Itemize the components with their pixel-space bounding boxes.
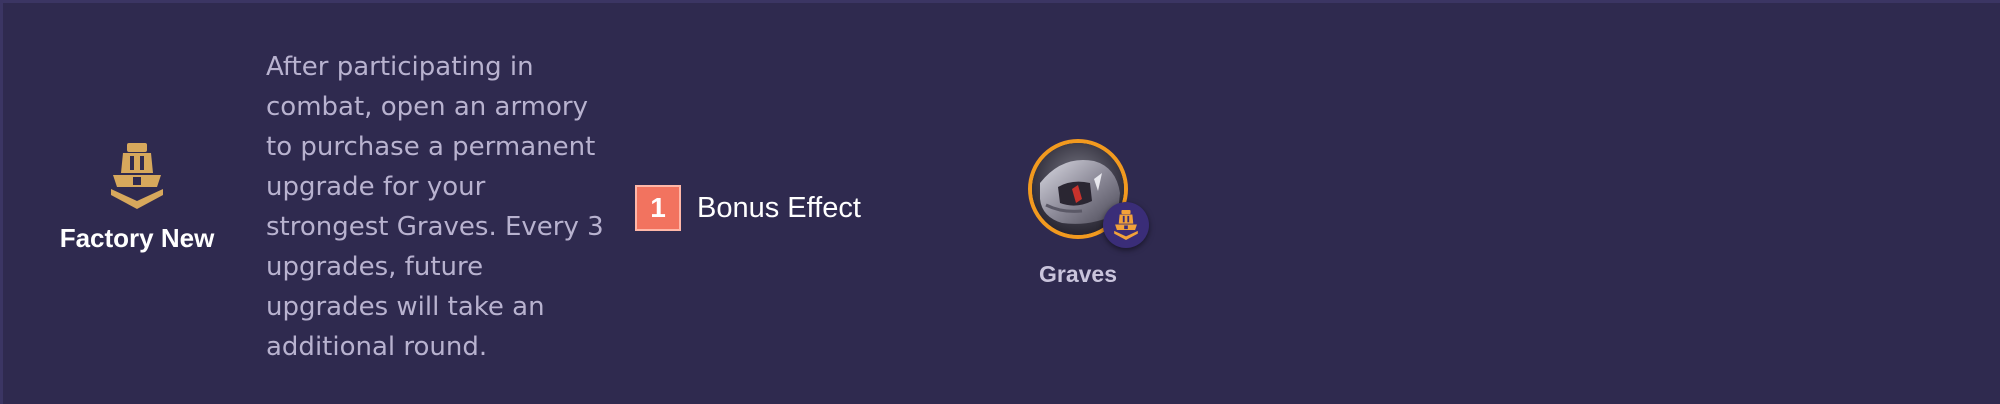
factory-new-trait-icon: [111, 143, 163, 209]
factory-new-badge-icon: [1114, 210, 1138, 240]
bonus-effect-label: Bonus Effect: [697, 191, 861, 224]
champion-card-graves[interactable]: Graves: [1028, 139, 1149, 289]
trait-description: After participating in combat, open an a…: [266, 52, 604, 362]
champion-trait-badge: [1103, 202, 1149, 248]
trait-name: Factory New: [59, 223, 215, 253]
champion-name: Graves: [1038, 261, 1117, 287]
bonus-count-badge: 1: [635, 185, 681, 231]
trait-panel: Factory New After participating in comba…: [0, 0, 2000, 404]
bonus-effect-row: 1 Bonus Effect: [635, 184, 861, 232]
trait-summary: Factory New: [33, 143, 241, 254]
